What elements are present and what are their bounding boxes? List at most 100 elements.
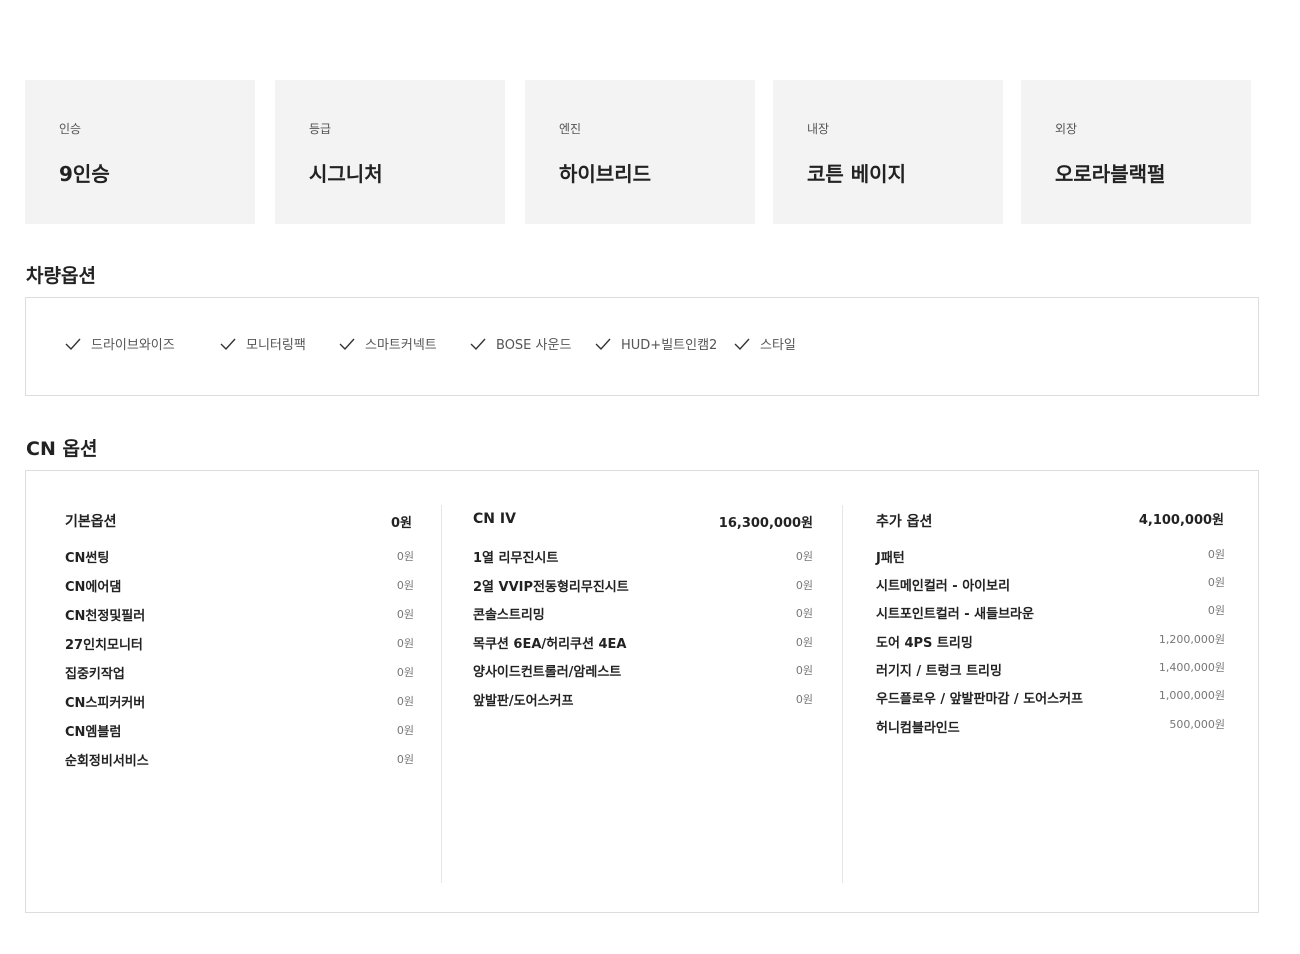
option-price: 0원 [1207,604,1225,617]
option-price: 0원 [795,579,813,592]
spec-label: 엔진 [559,122,582,136]
option-price: 1,000,000원 [1158,689,1225,702]
option-name: 앞발판/도어스커프 [473,694,574,709]
option-price: 0원 [396,637,414,650]
option-price: 500,000원 [1169,718,1225,731]
option-price: 1,400,000원 [1158,661,1225,674]
spec-card-grade: 등급 시그니처 [275,80,505,224]
option-name: 1열 리무진시트 [473,551,559,566]
option-name: 러기지 / 트렁크 트리밍 [876,664,1002,679]
option-row: 27인치모니터 0원 [65,634,414,654]
vehicle-option-item: BOSE 사운드 [469,334,571,353]
option-price: 0원 [795,607,813,620]
option-row: CN에어댐 0원 [65,576,414,596]
column-divider [441,505,442,883]
option-name: 목쿠션 6EA/허리쿠션 4EA [473,637,627,652]
option-price: 0원 [795,664,813,677]
vehicle-option-label: 모니터링팩 [246,338,306,353]
vehicle-option-label: 스마트커넥트 [365,338,437,353]
option-row: 러기지 / 트렁크 트리밍 1,400,000원 [876,660,1225,680]
cn-options-title: CN 옵션 [26,438,98,460]
vehicle-option-label: 드라이브와이즈 [91,338,175,353]
column-header: 추가 옵션 [876,514,933,530]
option-price: 0원 [396,666,414,679]
spec-card-engine: 엔진 하이브리드 [525,80,755,224]
option-row: 양사이드컨트롤러/암레스트 0원 [473,661,813,681]
option-row: CN엠블럼 0원 [65,721,414,741]
spec-value: 하이브리드 [559,162,651,186]
option-row: 1열 리무진시트 0원 [473,547,813,567]
spec-card-interior: 내장 코튼 베이지 [773,80,1003,224]
vehicle-option-item: 모니터링팩 [219,334,306,353]
option-row: CN썬팅 0원 [65,547,414,567]
option-price: 0원 [396,608,414,621]
check-icon [219,335,237,353]
option-name: CN엠블럼 [65,725,122,740]
option-name: 우드플로우 / 앞발판마감 / 도어스커프 [876,692,1083,707]
spec-value: 9인승 [59,162,110,186]
option-row: 시트메인컬러 - 아이보리 0원 [876,575,1225,595]
option-price: 1,200,000원 [1158,633,1225,646]
option-row: J패턴 0원 [876,547,1225,567]
option-name: CN천정및필러 [65,609,146,624]
option-row: CN스피커커버 0원 [65,692,414,712]
option-price: 0원 [396,579,414,592]
option-price: 0원 [795,636,813,649]
spec-label: 인승 [59,122,82,136]
option-row: 순회정비서비스 0원 [65,750,414,770]
option-row: 우드플로우 / 앞발판마감 / 도어스커프 1,000,000원 [876,688,1225,708]
option-price: 0원 [1207,576,1225,589]
vehicle-option-item: HUD+빌트인캠2 [594,334,717,353]
spec-value: 오로라블랙펄 [1055,162,1166,186]
column-header: 기본옵션 [65,514,117,530]
spec-label: 내장 [807,122,830,136]
column-total: 0원 [390,516,412,531]
vehicle-option-item: 스타일 [733,334,796,353]
check-icon [594,335,612,353]
option-price: 0원 [1207,548,1225,561]
vehicle-option-label: HUD+빌트인캠2 [621,338,718,353]
option-name: 콘솔스트리밍 [473,608,545,623]
option-row: 목쿠션 6EA/허리쿠션 4EA 0원 [473,633,813,653]
option-price: 0원 [396,550,414,563]
option-name: 양사이드컨트롤러/암레스트 [473,665,622,680]
column-total: 4,100,000원 [1138,513,1224,528]
option-row: 콘솔스트리밍 0원 [473,604,813,624]
option-row: 앞발판/도어스커프 0원 [473,690,813,710]
option-name: 허니컴블라인드 [876,721,960,736]
option-name: CN스피커커버 [65,696,146,711]
option-row: 집중키작업 0원 [65,663,414,683]
vehicle-options-title: 차량옵션 [26,265,96,287]
vehicle-options-box: 드라이브와이즈 모니터링팩 스마트커넥트 BOSE 사운드 HUD+빌트인캠2 … [25,297,1259,396]
option-price: 0원 [396,695,414,708]
option-name: 시트포인트컬러 - 새들브라운 [876,607,1034,622]
option-row: CN천정및필러 0원 [65,605,414,625]
option-price: 0원 [396,753,414,766]
spec-card-exterior: 외장 오로라블랙펄 [1021,80,1251,224]
option-price: 0원 [396,724,414,737]
check-icon [64,335,82,353]
option-price: 0원 [795,693,813,706]
option-price: 0원 [795,550,813,563]
option-name: 2열 VVIP전동형리무진시트 [473,580,629,595]
option-name: CN에어댐 [65,580,122,595]
option-row: 도어 4PS 트리밍 1,200,000원 [876,632,1225,652]
check-icon [469,335,487,353]
vehicle-option-item: 드라이브와이즈 [64,334,175,353]
option-name: 순회정비서비스 [65,754,149,769]
option-name: 집중키작업 [65,667,125,682]
spec-value: 시그니처 [309,162,383,186]
spec-value: 코튼 베이지 [807,162,906,186]
check-icon [338,335,356,353]
option-name: J패턴 [876,551,905,566]
spec-card-seats: 인승 9인승 [25,80,255,224]
vehicle-option-label: BOSE 사운드 [496,338,572,353]
option-row: 2열 VVIP전동형리무진시트 0원 [473,576,813,596]
vehicle-option-item: 스마트커넥트 [338,334,437,353]
option-name: 27인치모니터 [65,638,143,653]
vehicle-option-label: 스타일 [760,338,796,353]
check-icon [733,335,751,353]
option-row: 허니컴블라인드 500,000원 [876,717,1225,737]
cn-options-box: 기본옵션 0원 CN썬팅 0원 CN에어댐 0원 CN천정및필러 0원 27인치… [25,470,1259,913]
column-header: CN IV [473,511,516,527]
